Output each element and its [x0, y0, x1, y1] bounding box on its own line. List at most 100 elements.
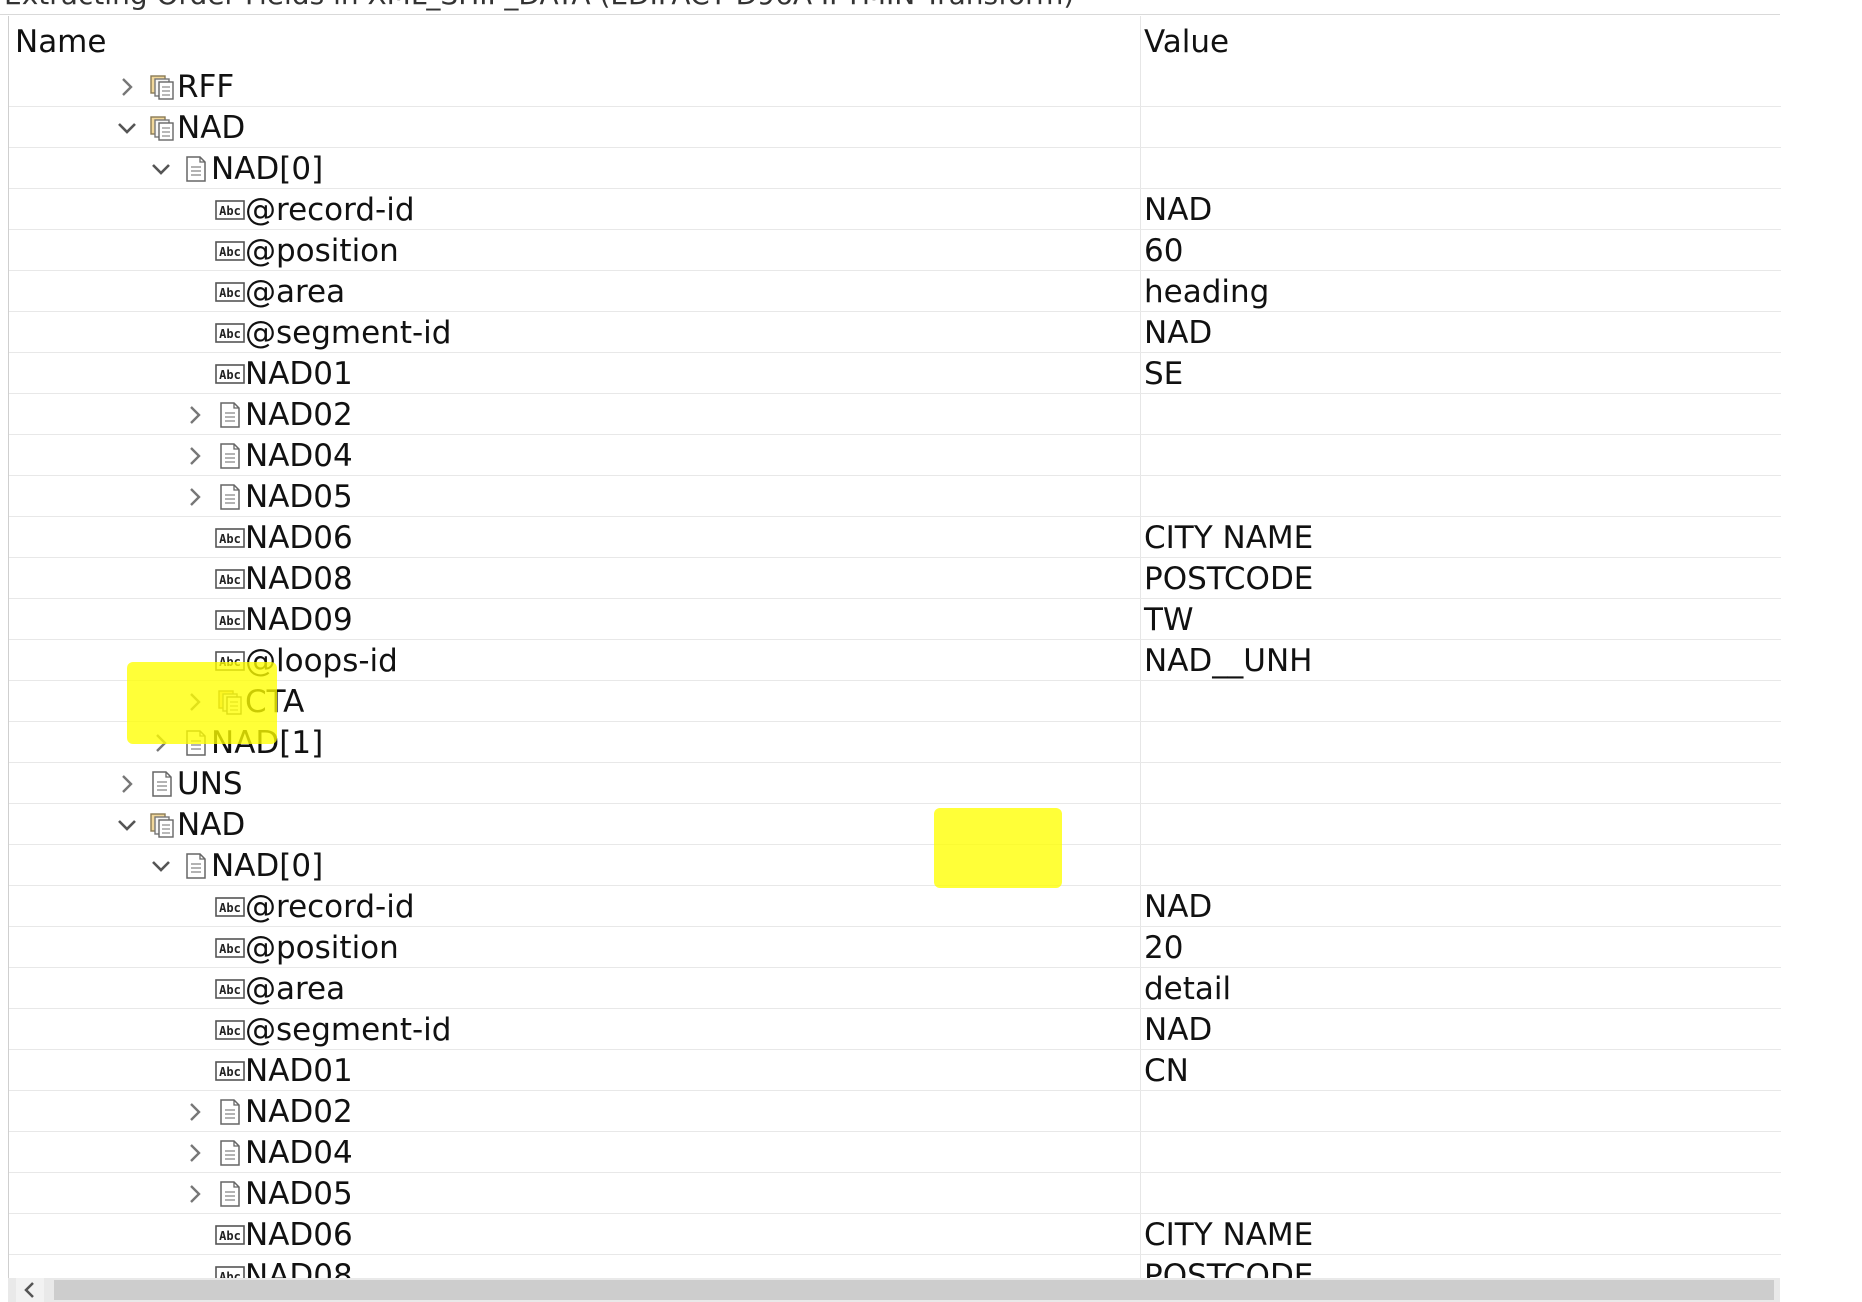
chevron-right-icon[interactable] — [185, 692, 205, 712]
tree-row[interactable]: NAD[0] — [9, 845, 1781, 886]
collection-icon — [147, 812, 177, 838]
tree-row-value: heading — [1144, 274, 1270, 310]
tree-row[interactable]: Abc @segment-id NAD — [9, 1009, 1781, 1050]
collection-icon — [147, 115, 177, 141]
tree-row[interactable]: Abc NAD08 POSTCODE — [9, 1255, 1781, 1278]
text-field-icon: Abc — [215, 238, 245, 264]
tree-row[interactable]: CTA — [9, 681, 1781, 722]
document-icon — [215, 484, 245, 510]
text-field-icon: Abc — [215, 1222, 245, 1248]
document-icon — [181, 156, 211, 182]
collection-icon — [215, 689, 245, 715]
svg-text:Abc: Abc — [219, 1229, 241, 1243]
document-icon — [215, 1140, 245, 1166]
chevron-right-icon[interactable] — [185, 405, 205, 425]
tree-row-value: NAD — [1144, 192, 1213, 228]
svg-text:Abc: Abc — [219, 614, 241, 628]
tree-row[interactable]: NAD02 — [9, 394, 1781, 435]
chevron-right-icon[interactable] — [185, 446, 205, 466]
tree-row[interactable]: Abc NAD01 SE — [9, 353, 1781, 394]
tree-row[interactable]: NAD[0] — [9, 148, 1781, 189]
tree-row[interactable]: Abc NAD06 CITY NAME — [9, 1214, 1781, 1255]
tree-row[interactable]: Abc @area heading — [9, 271, 1781, 312]
tree-row[interactable]: Abc @position 60 — [9, 230, 1781, 271]
text-field-icon: Abc — [215, 607, 245, 633]
text-field-icon: Abc — [215, 361, 245, 387]
tree-row-label: NAD04 — [245, 1135, 353, 1171]
tree-row-label: @segment-id — [245, 315, 452, 351]
tree-table[interactable]: Name Value RFF NAD NAD[0] Abc @record-id NAD A… — [8, 16, 1781, 1278]
text-field-icon: Abc — [215, 648, 245, 674]
chevron-down-icon[interactable] — [117, 815, 137, 835]
chevron-down-icon[interactable] — [151, 856, 171, 876]
chevron-down-icon[interactable] — [117, 118, 137, 138]
tree-row-label: NAD08 — [245, 561, 353, 597]
tree-row[interactable]: Abc NAD06 CITY NAME — [9, 517, 1781, 558]
tree-row-label: NAD06 — [245, 1217, 353, 1253]
tree-row-label: NAD05 — [245, 1176, 353, 1212]
document-icon — [215, 402, 245, 428]
chevron-right-icon[interactable] — [185, 1143, 205, 1163]
chevron-down-icon[interactable] — [151, 159, 171, 179]
tree-row[interactable]: NAD04 — [9, 1132, 1781, 1173]
tree-row[interactable]: Abc @record-id NAD — [9, 886, 1781, 927]
text-field-icon: Abc — [215, 197, 245, 223]
tree-row-value: POSTCODE — [1144, 561, 1314, 597]
chevron-right-icon[interactable] — [117, 774, 137, 794]
tree-row[interactable]: Abc @segment-id NAD — [9, 312, 1781, 353]
tree-row-value: POSTCODE — [1144, 1258, 1314, 1278]
window-title-text: Extracting Order Fields in XML_SHIP_DATA… — [4, 0, 1074, 11]
tree-row-label: NAD — [177, 807, 246, 843]
tree-row-label: NAD02 — [245, 1094, 353, 1130]
collection-icon — [147, 74, 177, 100]
tree-row[interactable]: NAD05 — [9, 476, 1781, 517]
tree-row[interactable]: NAD — [9, 107, 1781, 148]
svg-text:Abc: Abc — [219, 327, 241, 341]
tree-row[interactable]: Abc @area detail — [9, 968, 1781, 1009]
text-field-icon: Abc — [215, 1058, 245, 1084]
column-header-name[interactable]: Name — [15, 24, 106, 60]
tree-row-label: NAD — [177, 110, 246, 146]
tree-row-label: @area — [245, 971, 346, 1007]
document-icon — [181, 730, 211, 756]
chevron-right-icon[interactable] — [185, 1184, 205, 1204]
column-header-value[interactable]: Value — [1144, 24, 1229, 60]
tree-row-label: NAD05 — [245, 479, 353, 515]
document-icon — [181, 853, 211, 879]
tree-row[interactable]: NAD02 — [9, 1091, 1781, 1132]
tree-row[interactable]: Abc @position 20 — [9, 927, 1781, 968]
tree-row-value: NAD__UNH — [1144, 643, 1313, 679]
text-field-icon: Abc — [215, 1263, 245, 1278]
chevron-right-icon[interactable] — [151, 733, 171, 753]
tree-row[interactable]: NAD — [9, 804, 1781, 845]
tree-row[interactable]: Abc NAD08 POSTCODE — [9, 558, 1781, 599]
tree-row[interactable]: NAD04 — [9, 435, 1781, 476]
tree-row-label: NAD01 — [245, 1053, 353, 1089]
tree-row-label: CTA — [245, 684, 305, 720]
text-field-icon: Abc — [215, 525, 245, 551]
tree-row[interactable]: RFF — [9, 66, 1781, 107]
scrollbar-thumb[interactable] — [54, 1280, 1774, 1300]
tree-row-value: CITY NAME — [1144, 520, 1314, 556]
tree-row[interactable]: NAD[1] — [9, 722, 1781, 763]
tree-row[interactable]: Abc @record-id NAD — [9, 189, 1781, 230]
scroll-left-arrow-icon[interactable] — [16, 1278, 44, 1302]
tree-row[interactable]: Abc @loops-id NAD__UNH — [9, 640, 1781, 681]
chevron-right-icon[interactable] — [185, 487, 205, 507]
tree-row-label: NAD06 — [245, 520, 353, 556]
document-icon — [215, 1181, 245, 1207]
svg-text:Abc: Abc — [219, 368, 241, 382]
tree-row-label: NAD08 — [245, 1258, 353, 1278]
horizontal-scrollbar[interactable] — [8, 1278, 1780, 1302]
tree-row[interactable]: NAD05 — [9, 1173, 1781, 1214]
chevron-right-icon[interactable] — [185, 1102, 205, 1122]
chevron-right-icon[interactable] — [117, 77, 137, 97]
tree-row-label: NAD[0] — [211, 151, 324, 187]
tree-row[interactable]: UNS — [9, 763, 1781, 804]
tree-row-label: NAD01 — [245, 356, 353, 392]
tree-row-label: NAD[1] — [211, 725, 324, 761]
tree-row-label: @area — [245, 274, 346, 310]
svg-text:Abc: Abc — [219, 532, 241, 546]
tree-row[interactable]: Abc NAD01 CN — [9, 1050, 1781, 1091]
tree-row[interactable]: Abc NAD09 TW — [9, 599, 1781, 640]
